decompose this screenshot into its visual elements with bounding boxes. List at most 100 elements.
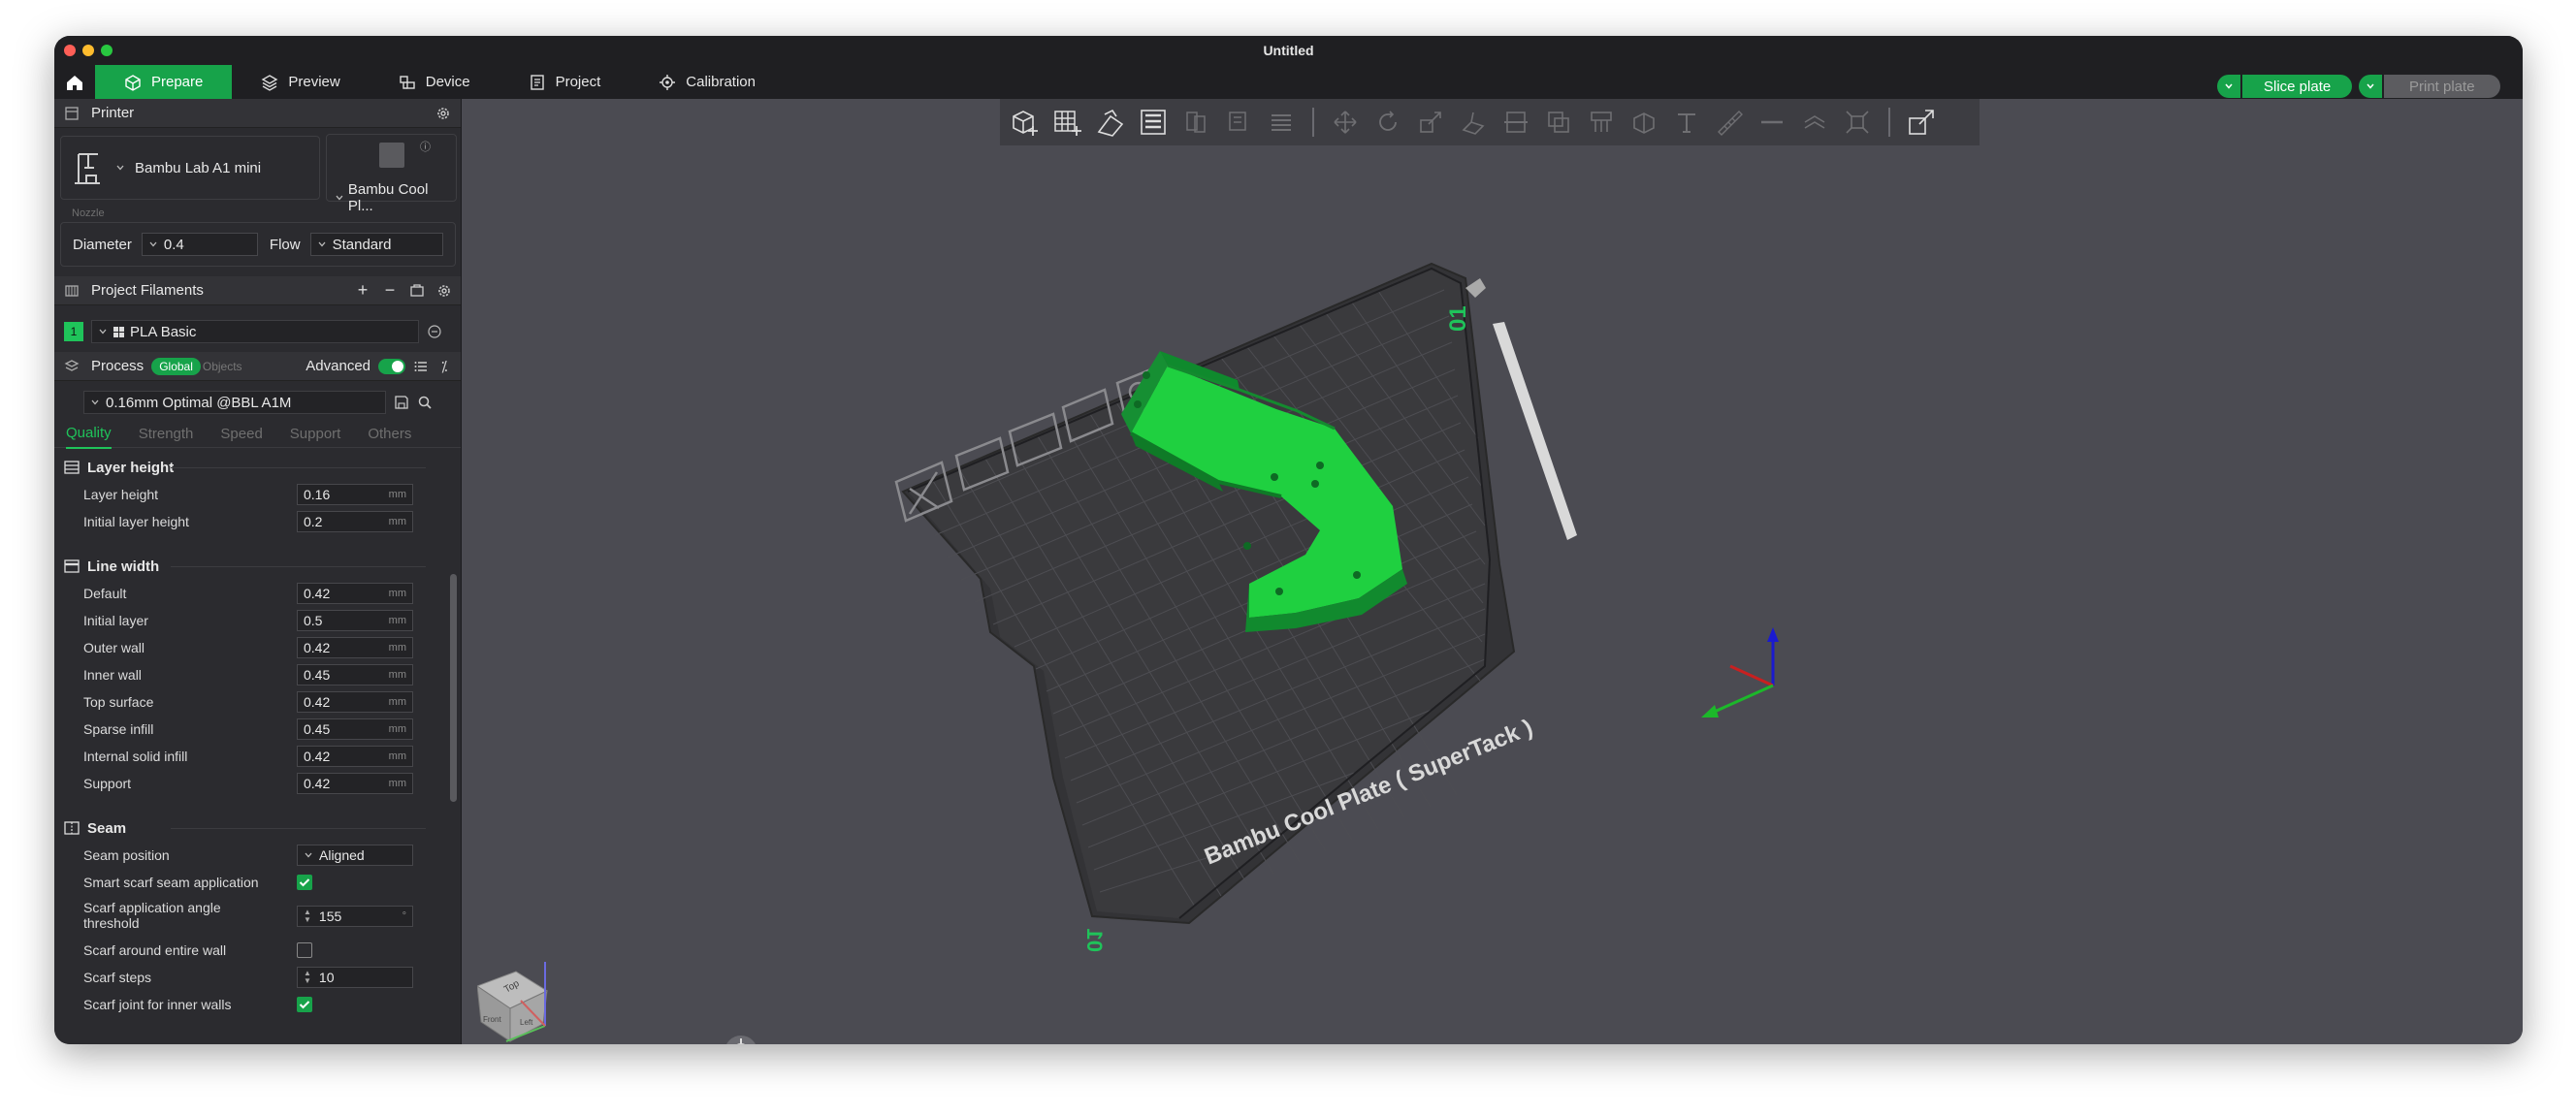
flow-select[interactable]: Standard	[309, 233, 443, 256]
seam-position-select[interactable]: Aligned	[297, 845, 413, 866]
setting-input[interactable]: 0.2 mm	[297, 511, 413, 532]
print-options-dropdown[interactable]	[2359, 75, 2382, 98]
add-filament-icon[interactable]: +	[355, 280, 370, 300]
printer-settings-gear-icon[interactable]	[435, 106, 451, 121]
compare-icon[interactable]: ⁒	[436, 359, 452, 375]
setting-input[interactable]: 0.42 mm	[297, 773, 413, 794]
setting-input[interactable]: 0.45 mm	[297, 718, 413, 740]
spinner-arrows-icon[interactable]: ▲ ▼	[304, 909, 311, 924]
flow-value: Standard	[332, 236, 392, 253]
plate-info-icon[interactable]: ⓘ	[420, 139, 431, 154]
remove-filament-circle-icon[interactable]	[427, 324, 442, 339]
minimize-window-button[interactable]	[82, 45, 94, 56]
move-tool-button[interactable]	[1328, 105, 1363, 140]
setting-input[interactable]: 0.42 mm	[297, 746, 413, 767]
tab-preview[interactable]: Preview	[232, 65, 369, 99]
measure-tool-button[interactable]	[1712, 105, 1747, 140]
subtab-support[interactable]: Support	[290, 420, 341, 448]
spinner-arrows-icon[interactable]: ▲ ▼	[304, 970, 311, 985]
tab-prepare[interactable]: Prepare	[95, 65, 233, 99]
setting-input[interactable]: 0.45 mm	[297, 664, 413, 686]
search-icon[interactable]	[417, 395, 433, 410]
advanced-switch[interactable]	[378, 358, 405, 374]
diameter-select[interactable]: 0.4	[141, 233, 258, 256]
assembly-tool-button[interactable]	[1797, 105, 1832, 140]
flatten-tool-button[interactable]	[1755, 105, 1789, 140]
setting-unit: mm	[388, 778, 406, 789]
slice-plate-button[interactable]: Slice plate	[2242, 75, 2353, 98]
support-paint-button[interactable]	[1584, 105, 1619, 140]
filament-settings-gear-icon[interactable]	[436, 283, 452, 299]
objects-toggle[interactable]: Objects	[203, 360, 242, 373]
cube-left-label: Left	[520, 1018, 533, 1027]
rotate-tool-button[interactable]	[1370, 105, 1405, 140]
save-preset-icon[interactable]	[394, 395, 409, 410]
home-button[interactable]	[54, 65, 95, 99]
smart-scarf-checkbox[interactable]	[297, 875, 312, 890]
scarf-steps-spinner[interactable]: ▲ ▼ 10	[297, 967, 413, 988]
layers-edit-button[interactable]	[1264, 105, 1299, 140]
subtab-speed[interactable]: Speed	[220, 420, 262, 448]
fit-view-button[interactable]	[724, 1035, 758, 1044]
lay-on-face-button[interactable]	[1456, 105, 1491, 140]
printer-selector[interactable]: Bambu Lab A1 mini	[60, 136, 320, 200]
settings-scrollbar[interactable]	[450, 574, 457, 802]
add-plate-button[interactable]	[1050, 105, 1085, 140]
nozzle-label: Nozzle	[72, 207, 105, 219]
process-preset-select[interactable]: 0.16mm Optimal @BBL A1M	[83, 391, 386, 414]
layers-icon	[261, 74, 278, 91]
close-window-button[interactable]	[64, 45, 76, 56]
tab-calibration[interactable]: Calibration	[629, 65, 785, 99]
slice-options-dropdown[interactable]	[2217, 75, 2240, 98]
scale-tool-button[interactable]	[1413, 105, 1448, 140]
3d-viewport[interactable]: Bambu Cool Plate ( SuperTack ) 01 01 Top…	[462, 99, 2523, 1044]
explode-tool-button[interactable]	[1840, 105, 1875, 140]
support-paint-icon	[1591, 112, 1612, 132]
split-parts-button[interactable]	[1221, 105, 1256, 140]
subtab-others[interactable]: Others	[368, 420, 411, 448]
subtab-quality[interactable]: Quality	[66, 419, 112, 449]
remove-filament-icon[interactable]: −	[382, 280, 398, 300]
arrange-button[interactable]	[1136, 105, 1171, 140]
y-axis	[1707, 684, 1774, 717]
split-objects-button[interactable]	[1178, 105, 1213, 140]
subtab-strength[interactable]: Strength	[139, 420, 194, 448]
orient-button[interactable]	[1093, 105, 1128, 140]
seam-paint-button[interactable]	[1626, 105, 1661, 140]
boolean-tool-button[interactable]	[1541, 105, 1576, 140]
filament-index-badge[interactable]: 1	[64, 322, 83, 341]
print-plate-button[interactable]: Print plate	[2384, 75, 2500, 98]
process-icon	[64, 359, 80, 374]
assembly-view-button[interactable]	[1904, 105, 1939, 140]
chevron-down-icon	[305, 852, 312, 858]
setting-input[interactable]: 0.5 mm	[297, 610, 413, 631]
setting-input[interactable]: 0.16 mm	[297, 484, 413, 505]
setting-input[interactable]: 0.42 mm	[297, 691, 413, 713]
setting-input[interactable]: 0.42 mm	[297, 637, 413, 658]
text-tool-button[interactable]	[1669, 105, 1704, 140]
setting-label: Support	[83, 776, 132, 791]
filament-select[interactable]: PLA Basic	[91, 320, 419, 343]
project-icon	[530, 74, 544, 90]
group-title: Layer height	[87, 459, 175, 476]
zoom-window-button[interactable]	[101, 45, 113, 56]
calibration-icon	[660, 74, 676, 90]
setting-value: 0.42	[304, 640, 331, 655]
scarf-angle-spinner[interactable]: ▲ ▼ 155 °	[297, 906, 413, 927]
global-toggle[interactable]: Global	[151, 357, 201, 375]
cut-tool-button[interactable]	[1498, 105, 1533, 140]
setting-value: 0.42	[304, 776, 331, 791]
diameter-value: 0.4	[163, 236, 184, 253]
plate-selector[interactable]: ⓘ Bambu Cool Pl...	[326, 134, 457, 214]
tab-device[interactable]: Device	[370, 65, 499, 99]
chevron-down-icon	[116, 165, 124, 171]
scarf-inner-walls-checkbox[interactable]	[297, 997, 312, 1012]
plate-number-top: 01	[1445, 305, 1471, 332]
scarf-entire-wall-checkbox[interactable]	[297, 942, 312, 958]
add-object-button[interactable]	[1008, 105, 1043, 140]
setting-input[interactable]: 0.42 mm	[297, 583, 413, 604]
list-icon[interactable]	[413, 359, 429, 374]
sync-filament-icon[interactable]	[409, 283, 425, 299]
tab-project[interactable]: Project	[499, 65, 630, 99]
navigation-cube[interactable]: Top Front Left	[477, 933, 584, 1044]
